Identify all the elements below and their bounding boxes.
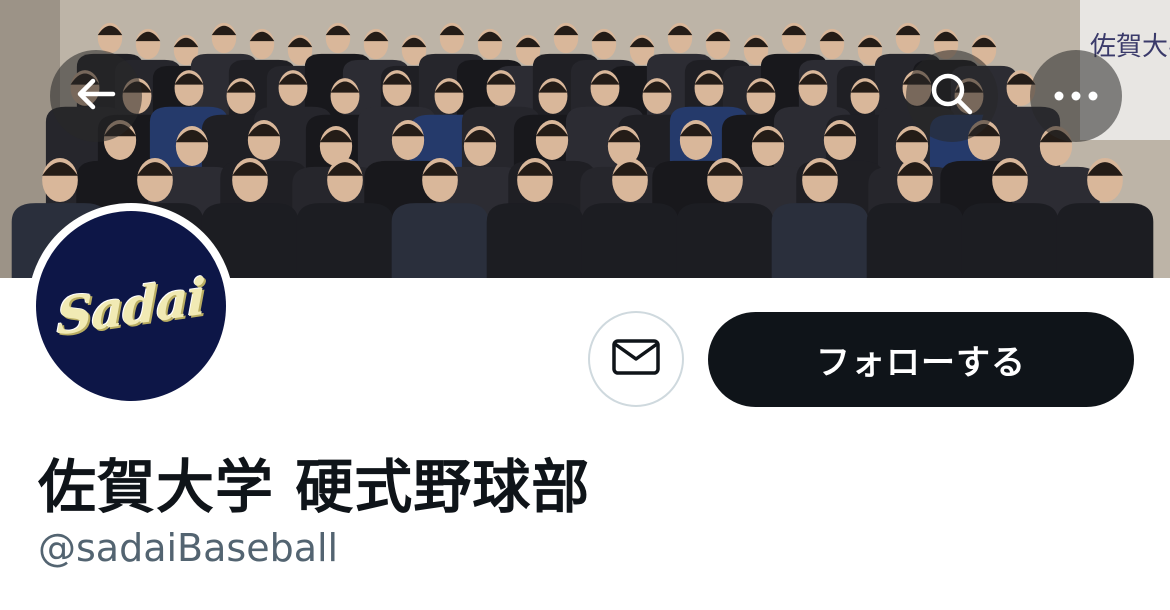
avatar-image: Sadai <box>36 211 226 401</box>
follow-button[interactable]: フォローする <box>708 312 1134 407</box>
message-button[interactable] <box>588 311 684 407</box>
more-options-button[interactable] <box>1030 50 1122 142</box>
avatar-logo-text: Sadai <box>56 265 206 347</box>
back-button[interactable] <box>50 50 142 142</box>
profile-display-name: 佐賀大学 硬式野球部 <box>38 453 591 521</box>
search-button[interactable] <box>906 50 998 142</box>
search-icon <box>928 70 976 122</box>
profile-handle: @sadaiBaseball <box>38 526 339 570</box>
arrow-left-icon <box>73 71 119 121</box>
more-horizontal-icon <box>1053 87 1099 106</box>
envelope-icon <box>611 337 661 381</box>
profile-page: 佐賀大学 学生とス <box>0 0 1170 610</box>
profile-avatar[interactable]: Sadai <box>28 203 234 409</box>
